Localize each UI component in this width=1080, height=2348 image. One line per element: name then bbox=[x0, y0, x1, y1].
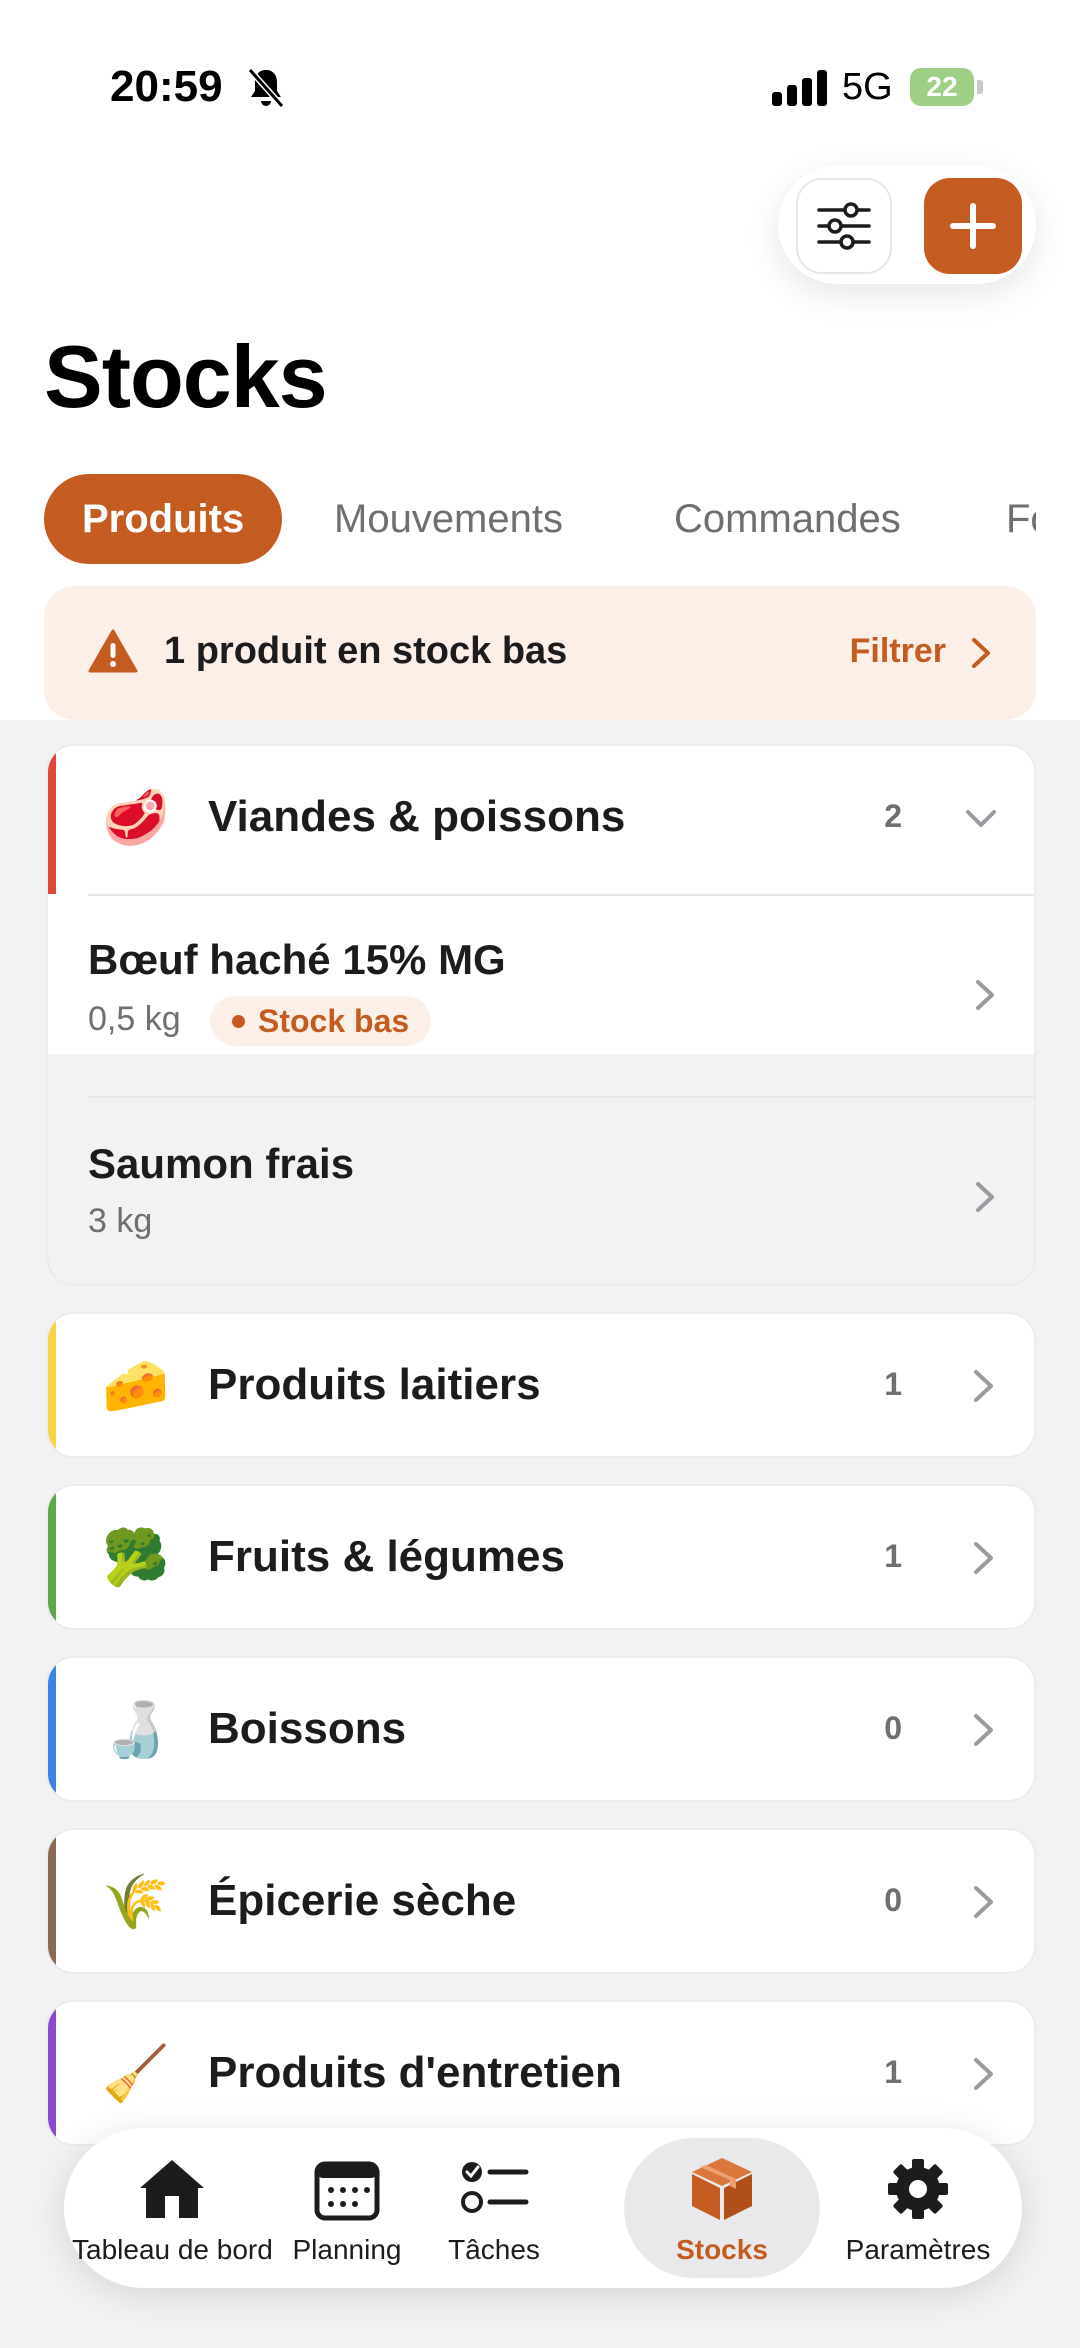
product-name: Bœuf haché 15% MG bbox=[88, 936, 506, 983]
product-quantity: 0,5 kg bbox=[88, 1000, 181, 1038]
badge-label: Stock bas bbox=[258, 1003, 410, 1039]
nav-stocks[interactable]: Stocks bbox=[624, 2128, 820, 2288]
page-title: Stocks bbox=[44, 327, 328, 426]
category-name: Fruits & légumes bbox=[208, 1532, 565, 1581]
category-name: Produits d'entretien bbox=[208, 2048, 622, 2097]
nav-label: Stocks bbox=[676, 2234, 768, 2265]
chevron-right-icon bbox=[974, 2058, 993, 2090]
chevron-right-icon bbox=[974, 1886, 993, 1918]
nav-label: Paramètres bbox=[845, 2234, 991, 2265]
category-name: Boissons bbox=[208, 1704, 407, 1753]
category-header: 🧹 Produits d'entretien 1 bbox=[48, 2002, 1034, 2144]
alert-filter-link[interactable]: Filtrer bbox=[850, 632, 946, 671]
tab-produits[interactable]: Produits bbox=[44, 474, 283, 564]
category-name: Viandes & poissons bbox=[208, 792, 626, 841]
box-icon bbox=[692, 2158, 752, 2220]
nav-planning[interactable]: Planning bbox=[282, 2128, 412, 2288]
category-count: 1 bbox=[884, 1366, 902, 1402]
chevron-right-icon bbox=[974, 1714, 993, 1746]
category-header: 🧀 Produits laitiers 1 bbox=[48, 1314, 1034, 1456]
category-count: 1 bbox=[884, 1538, 902, 1574]
status-time: 20:59 bbox=[110, 62, 223, 111]
product-row[interactable]: Saumon frais 3 kg bbox=[48, 1054, 1034, 1284]
nav-parametres[interactable]: Paramètres bbox=[828, 2128, 1008, 2288]
network-label: 5G bbox=[842, 66, 893, 108]
category-count: 0 bbox=[884, 1710, 902, 1746]
divider bbox=[88, 1096, 1034, 1098]
nav-label: Tableau de bord bbox=[72, 2234, 273, 2265]
badge-dot bbox=[232, 1015, 245, 1028]
checklist-icon bbox=[461, 2162, 529, 2213]
wheat-icon: 🌾 bbox=[102, 1870, 170, 1933]
sliders-icon bbox=[817, 202, 871, 250]
low-stock-badge: Stock bas bbox=[210, 996, 432, 1046]
category-header: 🍶 Boissons 0 bbox=[48, 1658, 1034, 1800]
broom-icon: 🧹 bbox=[102, 2042, 170, 2105]
product-row[interactable]: Bœuf haché 15% MG 0,5 kg Stock bas bbox=[48, 894, 1034, 1054]
category-name: Produits laitiers bbox=[208, 1360, 541, 1409]
signal-icon bbox=[772, 70, 827, 106]
tab-fournisseurs[interactable]: Fo bbox=[1006, 474, 1036, 564]
category-card-epicerie[interactable]: 🌾 Épicerie sèche 0 bbox=[46, 1828, 1036, 1974]
category-header: 🥦 Fruits & légumes 1 bbox=[48, 1486, 1034, 1628]
chevron-down-icon bbox=[966, 810, 996, 827]
nav-taches[interactable]: Tâches bbox=[434, 2128, 554, 2288]
add-product-button[interactable] bbox=[924, 178, 1022, 274]
category-name: Épicerie sèche bbox=[208, 1876, 517, 1925]
category-header: 🌾 Épicerie sèche 0 bbox=[48, 1830, 1034, 1972]
category-card-boissons[interactable]: 🍶 Boissons 0 bbox=[46, 1656, 1036, 1802]
home-icon bbox=[140, 2160, 204, 2218]
alert-text: 1 produit en stock bas bbox=[164, 630, 568, 672]
chevron-right-icon bbox=[974, 1542, 993, 1574]
bottle-icon: 🍶 bbox=[102, 1698, 170, 1761]
gear-icon bbox=[888, 2159, 948, 2219]
warning-icon bbox=[88, 629, 138, 673]
category-card-viandes: 🥩 Viandes & poissons 2 Bœuf haché 15% MG… bbox=[46, 744, 1036, 1286]
category-count: 0 bbox=[884, 1882, 902, 1918]
low-stock-alert[interactable]: 1 produit en stock bas Filtrer bbox=[44, 586, 1036, 720]
nav-label: Tâches bbox=[448, 2234, 540, 2265]
battery-tip bbox=[977, 80, 983, 94]
category-count: 1 bbox=[884, 2054, 902, 2090]
category-card-laitiers[interactable]: 🧀 Produits laitiers 1 bbox=[46, 1312, 1036, 1458]
product-name: Saumon frais bbox=[88, 1140, 355, 1187]
battery-indicator: 22 bbox=[910, 68, 974, 106]
tab-bar: Produits Mouvements Commandes Fo bbox=[44, 474, 1036, 564]
meat-icon: 🥩 bbox=[102, 786, 170, 849]
tab-mouvements[interactable]: Mouvements bbox=[334, 474, 563, 564]
category-header[interactable]: 🥩 Viandes & poissons 2 bbox=[48, 746, 1034, 890]
tab-commandes[interactable]: Commandes bbox=[674, 474, 901, 564]
chevron-right-icon bbox=[972, 638, 990, 668]
chevron-right-icon bbox=[974, 1370, 993, 1402]
category-card-fruits[interactable]: 🥦 Fruits & légumes 1 bbox=[46, 1484, 1036, 1630]
filter-button[interactable] bbox=[796, 178, 892, 274]
plus-icon bbox=[950, 203, 996, 249]
bottom-nav: Tableau de bord Planning Tâches Stocks P… bbox=[64, 2128, 1022, 2288]
nav-label: Planning bbox=[292, 2234, 402, 2265]
chevron-right-icon bbox=[976, 1182, 994, 1212]
chevron-right-icon bbox=[976, 980, 994, 1010]
category-card-entretien[interactable]: 🧹 Produits d'entretien 1 bbox=[46, 2000, 1036, 2146]
cheese-icon: 🧀 bbox=[102, 1354, 170, 1417]
broccoli-icon: 🥦 bbox=[102, 1526, 170, 1589]
divider bbox=[88, 894, 1034, 896]
bell-off-icon bbox=[247, 68, 285, 108]
product-quantity: 3 kg bbox=[88, 1202, 153, 1240]
category-count: 2 bbox=[884, 798, 902, 834]
nav-tableau-de-bord[interactable]: Tableau de bord bbox=[72, 2128, 273, 2288]
calendar-icon bbox=[314, 2161, 380, 2221]
